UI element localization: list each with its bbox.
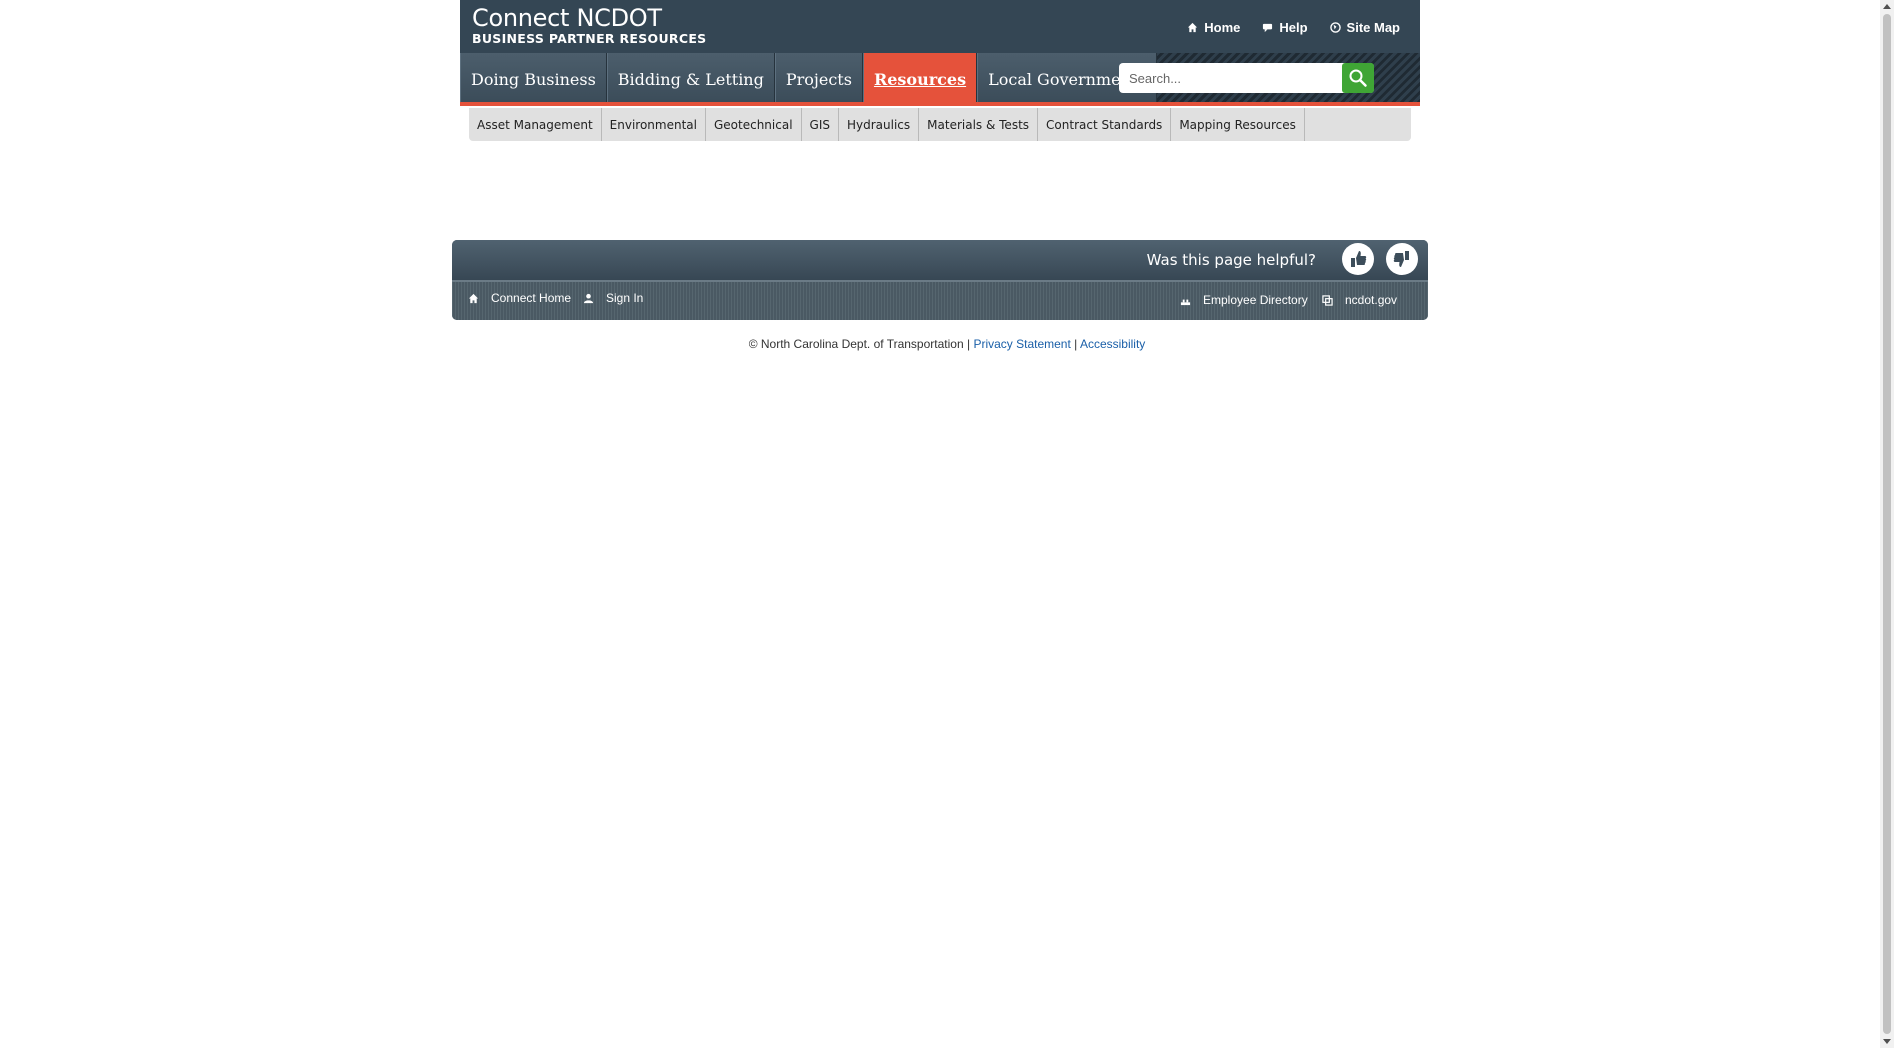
nav-tab-doing-business[interactable]: Doing Business [460, 53, 607, 106]
accessibility-link[interactable]: Accessibility [1080, 337, 1145, 351]
directory-icon [1180, 299, 1191, 305]
site-map-link[interactable]: Site Map [1329, 20, 1400, 35]
ncdot-gov-link[interactable]: ncdot.gov [1322, 293, 1397, 307]
copyright-separator: | [1074, 337, 1078, 351]
site-subtitle: BUSINESS PARTNER RESOURCES [472, 31, 707, 46]
site-title: Connect NCDOT [472, 4, 662, 32]
nav-accent-line [460, 102, 1420, 106]
page-scrollbar[interactable] [1880, 0, 1894, 1048]
connect-home-link[interactable]: Connect Home [468, 291, 571, 305]
home-link[interactable]: Home [1187, 20, 1240, 35]
thumbs-up-button[interactable] [1342, 243, 1374, 275]
search-button[interactable] [1342, 63, 1374, 93]
employee-directory-link[interactable]: Employee Directory [1180, 293, 1308, 307]
subnav-contract-standards[interactable]: Contract Standards [1038, 108, 1172, 141]
scroll-up-arrow[interactable] [1883, 4, 1891, 9]
scroll-thumb[interactable] [1883, 14, 1891, 1034]
site-header: Connect NCDOT BUSINESS PARTNER RESOURCES… [460, 0, 1420, 106]
copyright-text: © North Carolina Dept. of Transportation… [748, 337, 971, 351]
globe-icon [1329, 22, 1341, 33]
home-link-label: Home [1204, 20, 1241, 35]
thumbs-down-icon [1393, 251, 1409, 267]
site-footer: Was this page helpful? Connect Home Sign… [452, 240, 1428, 320]
footer-links-bar: Connect Home Sign In Employee Directory … [452, 280, 1428, 320]
copyright-line: © North Carolina Dept. of Transportation… [0, 337, 1894, 351]
site-map-link-label: Site Map [1346, 20, 1400, 35]
help-link-label: Help [1279, 20, 1308, 35]
external-link-icon [1322, 294, 1333, 306]
nav-tab-resources[interactable]: Resources [862, 53, 978, 106]
scroll-down-arrow[interactable] [1883, 1039, 1891, 1044]
search-input[interactable] [1119, 63, 1319, 93]
feedback-bar: Was this page helpful? [452, 240, 1428, 280]
employee-directory-label: Employee Directory [1203, 293, 1308, 307]
search-box [1119, 63, 1374, 93]
home-icon [468, 293, 479, 303]
search-icon [1349, 69, 1367, 87]
help-link[interactable]: Help [1262, 20, 1308, 35]
privacy-statement-link[interactable]: Privacy Statement [973, 337, 1070, 351]
utility-links: Home Help Site Map [1187, 20, 1400, 35]
feedback-question: Was this page helpful? [1146, 251, 1316, 269]
user-icon [583, 293, 594, 303]
subnav-asset-management[interactable]: Asset Management [469, 108, 602, 141]
thumbs-up-icon [1351, 251, 1367, 267]
nav-tab-bidding-letting[interactable]: Bidding & Letting [606, 53, 775, 106]
main-nav-tabs: Doing Business Bidding & Letting Project… [460, 53, 1157, 106]
subnav-mapping-resources[interactable]: Mapping Resources [1171, 108, 1305, 141]
site-logo[interactable]: Connect NCDOT BUSINESS PARTNER RESOURCES [472, 4, 706, 46]
sign-in-link[interactable]: Sign In [583, 291, 643, 305]
ncdot-gov-label: ncdot.gov [1345, 293, 1398, 307]
thumbs-down-button[interactable] [1386, 243, 1418, 275]
subnav-environmental[interactable]: Environmental [602, 108, 706, 141]
subnav-materials-tests[interactable]: Materials & Tests [919, 108, 1039, 141]
connect-home-label: Connect Home [491, 291, 572, 305]
sub-navigation: Asset Management Environmental Geotechni… [469, 108, 1411, 141]
sign-in-label: Sign In [606, 291, 644, 305]
main-navigation: Doing Business Bidding & Letting Project… [460, 53, 1420, 106]
home-icon [1188, 22, 1198, 33]
help-icon [1263, 23, 1273, 33]
nav-tab-projects[interactable]: Projects [774, 53, 863, 106]
subnav-hydraulics[interactable]: Hydraulics [839, 108, 920, 141]
subnav-geotechnical[interactable]: Geotechnical [706, 108, 802, 141]
subnav-gis[interactable]: GIS [802, 108, 839, 141]
